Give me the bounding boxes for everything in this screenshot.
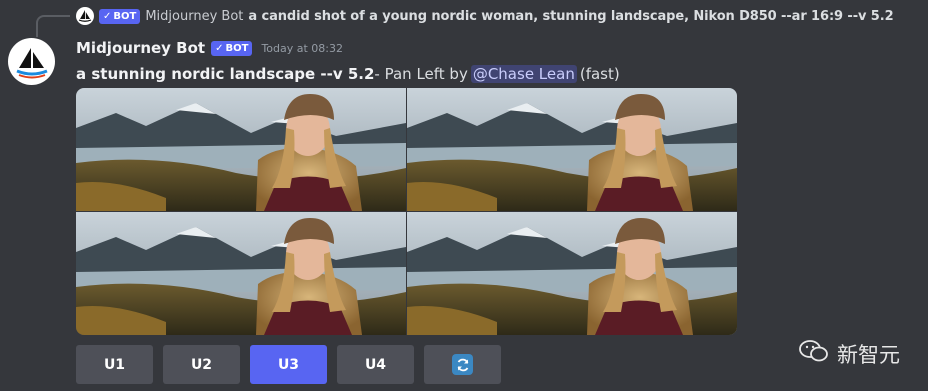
prompt-text: a stunning nordic landscape --v 5.2 [76, 65, 375, 83]
u2-button[interactable]: U2 [163, 345, 240, 384]
refresh-icon [452, 354, 473, 375]
bot-badge: ✓ BOT [211, 40, 253, 56]
midjourney-avatar-icon[interactable] [76, 7, 94, 25]
message-header: Midjourney Bot ✓ BOT Today at 08:32 [76, 37, 343, 59]
author-avatar[interactable] [8, 38, 55, 85]
reply-author[interactable]: Midjourney Bot [145, 9, 243, 24]
message-content: a stunning nordic landscape --v 5.2 - Pa… [76, 62, 620, 86]
watermark-text: 新智元 [837, 342, 900, 367]
generated-image-grid[interactable] [76, 88, 737, 335]
reply-text[interactable]: a candid shot of a young nordic woman, s… [248, 9, 893, 24]
watermark: 新智元 [799, 338, 900, 369]
author-name[interactable]: Midjourney Bot [76, 39, 205, 57]
reply-reference[interactable]: ✓ BOT Midjourney Bot a candid shot of a y… [76, 6, 926, 26]
speed-text: (fast) [579, 65, 620, 83]
user-mention[interactable]: @Chase Lean [470, 65, 577, 83]
bot-badge: ✓ BOT [99, 8, 141, 24]
upscale-button-row: U1 U2 U3 U4 [76, 345, 501, 384]
reply-connector-line [36, 15, 70, 37]
u4-button[interactable]: U4 [337, 345, 414, 384]
timestamp: Today at 08:32 [261, 41, 343, 55]
image-grid-illustration [76, 88, 737, 335]
wechat-icon [799, 338, 829, 369]
u1-button[interactable]: U1 [76, 345, 153, 384]
action-text: - Pan Left by [374, 65, 468, 83]
u3-button[interactable]: U3 [250, 345, 327, 384]
reroll-button[interactable] [424, 345, 501, 384]
